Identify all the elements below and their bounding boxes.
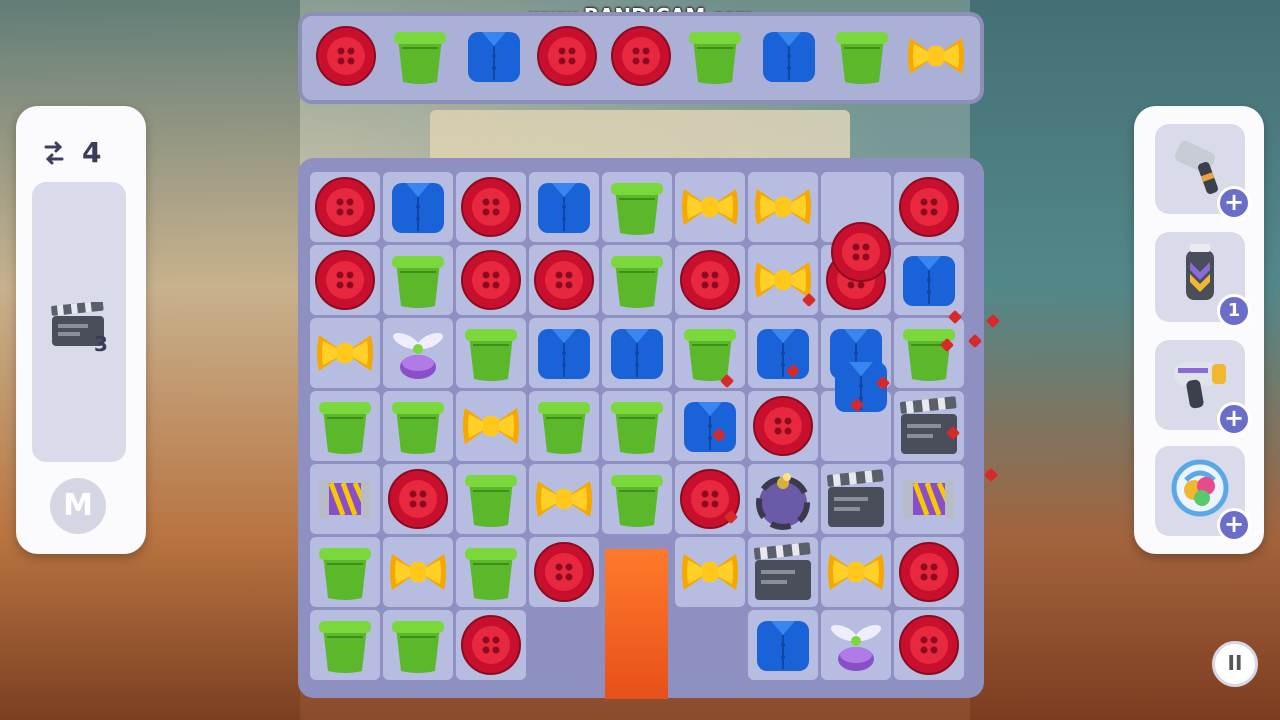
yellow-bow-icon: [908, 38, 965, 74]
goal-item: [755, 22, 823, 90]
green-bucket-icon[interactable]: [313, 394, 377, 458]
red-button-icon[interactable]: [678, 248, 742, 312]
green-bucket-icon[interactable]: [897, 321, 961, 385]
booster-add-button[interactable]: +: [1217, 186, 1251, 220]
red-button-icon[interactable]: [313, 175, 377, 239]
red-button-icon[interactable]: [459, 613, 523, 677]
green-bucket-icon: [688, 32, 741, 84]
green-bucket-icon[interactable]: [459, 540, 523, 604]
goal-item: [681, 22, 749, 90]
moves-counter: 4: [82, 136, 102, 169]
hammer-booster[interactable]: +: [1155, 124, 1251, 220]
green-bucket-icon[interactable]: [605, 175, 669, 239]
booster-add-button[interactable]: +: [1217, 508, 1251, 542]
green-bucket-icon[interactable]: [459, 321, 523, 385]
clapperboard-icon[interactable]: [824, 467, 888, 531]
green-bucket-icon[interactable]: [459, 467, 523, 531]
red-button-icon[interactable]: [459, 248, 523, 312]
blue-shirt-icon[interactable]: [605, 321, 669, 385]
blue-shirt-icon: [762, 32, 815, 82]
red-button-icon[interactable]: [897, 175, 961, 239]
goal-bar: [298, 12, 984, 104]
roller-icon[interactable]: [313, 467, 377, 531]
red-button-icon[interactable]: [459, 175, 523, 239]
blue-shirt-icon: [467, 32, 520, 82]
green-bucket-icon[interactable]: [532, 394, 596, 458]
level-badge[interactable]: M: [50, 478, 106, 534]
propeller-icon[interactable]: [824, 613, 888, 677]
task-count: 3: [94, 332, 108, 356]
rocket-icon: [1186, 244, 1214, 300]
red-button-icon: [611, 26, 672, 86]
red-button-icon[interactable]: [897, 613, 961, 677]
yellow-bow-icon[interactable]: [678, 540, 742, 604]
rocket-booster[interactable]: 1: [1155, 232, 1251, 328]
blue-shirt-icon[interactable]: [678, 394, 742, 458]
blue-shirt-icon[interactable]: [897, 248, 961, 312]
propeller-icon[interactable]: [386, 321, 450, 385]
yellow-bow-icon[interactable]: [459, 394, 523, 458]
yellow-bow-icon[interactable]: [386, 540, 450, 604]
clapperboard-icon[interactable]: [751, 540, 815, 604]
shuffle-icon: [1171, 459, 1229, 517]
goal-item: [386, 22, 454, 90]
bomb-icon[interactable]: [751, 467, 815, 531]
green-bucket-icon[interactable]: [386, 613, 450, 677]
board-gap: [605, 549, 668, 699]
goal-item: [312, 22, 380, 90]
blue-shirt-icon[interactable]: [532, 175, 596, 239]
blue-shirt-icon[interactable]: [751, 321, 815, 385]
yellow-bow-icon[interactable]: [751, 175, 815, 239]
green-bucket-icon: [836, 32, 889, 84]
roller-icon[interactable]: [897, 467, 961, 531]
pause-button[interactable]: II: [1212, 641, 1258, 687]
swap-moves-icon: [44, 141, 64, 165]
red-button-icon[interactable]: [532, 540, 596, 604]
green-bucket-icon[interactable]: [605, 467, 669, 531]
yellow-bow-icon[interactable]: [824, 540, 888, 604]
yellow-bow-icon[interactable]: [532, 467, 596, 531]
green-bucket-icon[interactable]: [605, 394, 669, 458]
red-button-icon[interactable]: [751, 394, 815, 458]
goal-item: [607, 22, 675, 90]
booster-add-button[interactable]: +: [1217, 402, 1251, 436]
red-button-icon: [316, 26, 376, 86]
red-button-icon[interactable]: [829, 220, 893, 284]
red-button-icon[interactable]: [313, 248, 377, 312]
blue-shirt-icon[interactable]: [751, 613, 815, 677]
blue-shirt-icon[interactable]: [532, 321, 596, 385]
green-bucket-icon[interactable]: [386, 248, 450, 312]
shuffle-booster[interactable]: +: [1155, 446, 1251, 542]
yellow-bow-icon[interactable]: [678, 175, 742, 239]
yellow-bow-icon[interactable]: [313, 321, 377, 385]
green-bucket-icon[interactable]: [386, 394, 450, 458]
hammer-icon: [1174, 140, 1218, 194]
red-button-icon: [537, 26, 598, 86]
green-bucket-icon: [393, 32, 446, 84]
goal-item: [828, 22, 896, 90]
red-button-icon[interactable]: [532, 248, 596, 312]
booster-count-badge: 1: [1217, 294, 1251, 328]
green-bucket-icon[interactable]: [313, 540, 377, 604]
green-bucket-icon[interactable]: [678, 321, 742, 385]
goal-item: [460, 22, 528, 90]
hairdryer-booster[interactable]: +: [1155, 340, 1251, 436]
blue-shirt-icon[interactable]: [386, 175, 450, 239]
goal-item: [902, 22, 970, 90]
red-button-icon[interactable]: [386, 467, 450, 531]
green-bucket-icon[interactable]: [313, 613, 377, 677]
hairdryer-icon: [1174, 362, 1226, 409]
goal-row: [302, 16, 980, 96]
red-button-icon[interactable]: [897, 540, 961, 604]
green-bucket-icon[interactable]: [605, 248, 669, 312]
goal-item: [533, 22, 601, 90]
